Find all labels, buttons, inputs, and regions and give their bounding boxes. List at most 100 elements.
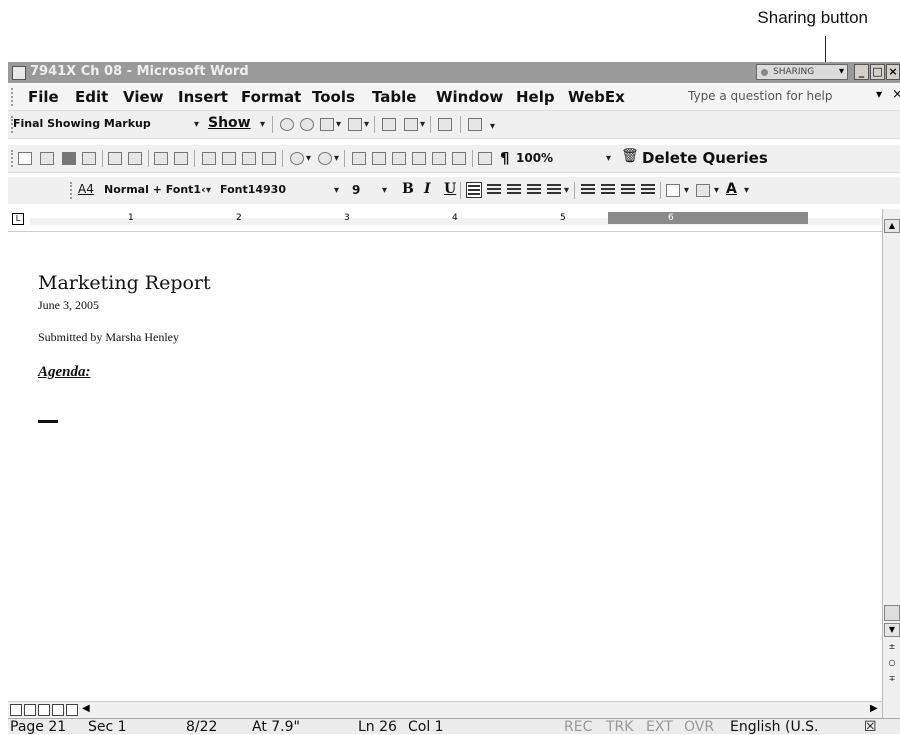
markup-select[interactable]: Final Showing Markup <box>13 117 151 130</box>
scroll-thumb[interactable] <box>884 605 900 621</box>
sharing-button[interactable]: SHARING ▾ <box>756 64 848 80</box>
increase-indent-icon[interactable] <box>640 182 656 198</box>
pilcrow-icon[interactable]: ¶ <box>500 149 510 167</box>
chevron-down-icon[interactable]: ▾ <box>306 153 311 164</box>
columns-icon[interactable] <box>432 152 446 165</box>
minimize-button[interactable]: _ <box>854 64 869 80</box>
next-change-icon[interactable] <box>300 118 314 131</box>
chevron-down-icon[interactable]: ▾ <box>744 185 749 196</box>
toolbar-options-icon[interactable]: ▾ <box>490 121 495 132</box>
reject-change-icon[interactable] <box>348 118 362 131</box>
toolbar-grip[interactable] <box>70 182 74 199</box>
font-color-icon[interactable]: A <box>726 181 737 197</box>
print-preview-icon[interactable] <box>128 152 142 165</box>
italic-button[interactable]: I <box>424 181 431 197</box>
delete-icon[interactable]: 🗑 <box>621 148 639 164</box>
spell-icon[interactable] <box>154 152 168 165</box>
toolbar-grip[interactable] <box>11 150 15 167</box>
previous-change-icon[interactable] <box>280 118 294 131</box>
cut-icon[interactable] <box>202 152 216 165</box>
select-browse-object-icon[interactable]: ○ <box>884 657 900 671</box>
menu-help[interactable]: Help <box>516 88 555 106</box>
chevron-down-icon[interactable]: ▾ <box>714 185 719 196</box>
horizontal-scrollbar[interactable]: ◀ ▶ <box>8 701 882 718</box>
highlight-icon[interactable] <box>404 118 418 131</box>
save-icon[interactable] <box>62 152 76 165</box>
vertical-scrollbar[interactable]: ▲ ▼ ± ○ ∓ <box>882 209 900 720</box>
open-icon[interactable] <box>40 152 54 165</box>
tab-selector-icon[interactable]: L <box>12 213 24 225</box>
restore-button[interactable]: □ <box>870 64 885 80</box>
reviewing-pane-icon[interactable] <box>468 118 482 131</box>
chevron-down-icon[interactable]: ▾ <box>194 119 199 130</box>
justify-icon[interactable] <box>526 182 542 198</box>
document-close-button[interactable]: × <box>892 87 900 102</box>
research-icon[interactable] <box>174 152 188 165</box>
chevron-down-icon[interactable]: ▾ <box>364 119 369 130</box>
help-search-input[interactable]: Type a question for help <box>688 89 832 103</box>
undo-icon[interactable] <box>290 152 304 165</box>
drawing-icon[interactable] <box>452 152 466 165</box>
decrease-indent-icon[interactable] <box>620 182 636 198</box>
align-center-icon[interactable] <box>486 182 502 198</box>
menu-format[interactable]: Format <box>241 88 301 106</box>
line-spacing-icon[interactable] <box>546 182 562 198</box>
bold-button[interactable]: B <box>402 181 414 197</box>
scroll-up-button[interactable]: ▲ <box>884 219 900 233</box>
document-map-icon[interactable] <box>478 152 492 165</box>
new-comment-icon[interactable] <box>382 118 396 131</box>
print-layout-icon[interactable] <box>38 704 50 716</box>
chevron-down-icon[interactable]: ▾ <box>606 153 611 164</box>
close-button[interactable]: × <box>886 64 900 80</box>
scroll-left-icon[interactable]: ◀ <box>82 703 90 714</box>
style-select[interactable]: Normal + Font1‹ <box>104 183 206 196</box>
outline-view-icon[interactable] <box>52 704 64 716</box>
normal-view-icon[interactable] <box>10 704 22 716</box>
chevron-down-icon[interactable]: ▾ <box>260 119 265 130</box>
chevron-down-icon[interactable]: ▾ <box>336 119 341 130</box>
align-left-icon[interactable] <box>466 182 482 198</box>
excel-icon[interactable] <box>412 152 426 165</box>
redo-icon[interactable] <box>318 152 332 165</box>
styles-pane-icon[interactable]: A4 <box>78 182 94 196</box>
next-page-icon[interactable]: ∓ <box>884 673 900 687</box>
menu-grip[interactable] <box>11 88 15 106</box>
delete-queries-button[interactable]: Delete Queries <box>642 149 768 167</box>
tables-borders-icon[interactable] <box>372 152 386 165</box>
font-size-select[interactable]: 9 <box>352 183 360 197</box>
web-layout-icon[interactable] <box>24 704 36 716</box>
menu-window[interactable]: Window <box>436 88 503 106</box>
scroll-right-icon[interactable]: ▶ <box>870 703 878 714</box>
accept-change-icon[interactable] <box>320 118 334 131</box>
chevron-down-icon[interactable]: ▾ <box>420 119 425 130</box>
align-right-icon[interactable] <box>506 182 522 198</box>
chevron-down-icon[interactable]: ▾ <box>684 185 689 196</box>
menu-insert[interactable]: Insert <box>178 88 228 106</box>
menu-view[interactable]: View <box>123 88 164 106</box>
help-dropdown-icon[interactable]: ▾ <box>876 87 882 101</box>
border-icon[interactable] <box>666 184 680 197</box>
chevron-down-icon[interactable]: ▾ <box>206 185 211 196</box>
font-select[interactable]: Font14930 <box>220 183 286 196</box>
menu-webex[interactable]: WebEx <box>568 88 625 106</box>
highlight-color-icon[interactable] <box>696 184 710 197</box>
word-app-icon[interactable] <box>12 66 26 80</box>
menu-table[interactable]: Table <box>372 88 416 106</box>
numbering-icon[interactable] <box>580 182 596 198</box>
bullets-icon[interactable] <box>600 182 616 198</box>
document-area[interactable]: Marketing Report June 3, 2005 Submitted … <box>8 232 880 720</box>
show-button[interactable]: Show <box>208 115 251 131</box>
chevron-down-icon[interactable]: ▾ <box>334 185 339 196</box>
scroll-down-button[interactable]: ▼ <box>884 623 900 637</box>
format-painter-icon[interactable] <box>262 152 276 165</box>
menu-file[interactable]: File <box>28 88 59 106</box>
paste-icon[interactable] <box>242 152 256 165</box>
table-icon[interactable] <box>392 152 406 165</box>
reading-layout-icon[interactable] <box>66 704 78 716</box>
copy-icon[interactable] <box>222 152 236 165</box>
print-icon[interactable] <box>108 152 122 165</box>
zoom-select[interactable]: 100% <box>516 151 553 165</box>
previous-page-icon[interactable]: ± <box>884 641 900 655</box>
chevron-down-icon[interactable]: ▾ <box>334 153 339 164</box>
chevron-down-icon[interactable]: ▾ <box>382 185 387 196</box>
